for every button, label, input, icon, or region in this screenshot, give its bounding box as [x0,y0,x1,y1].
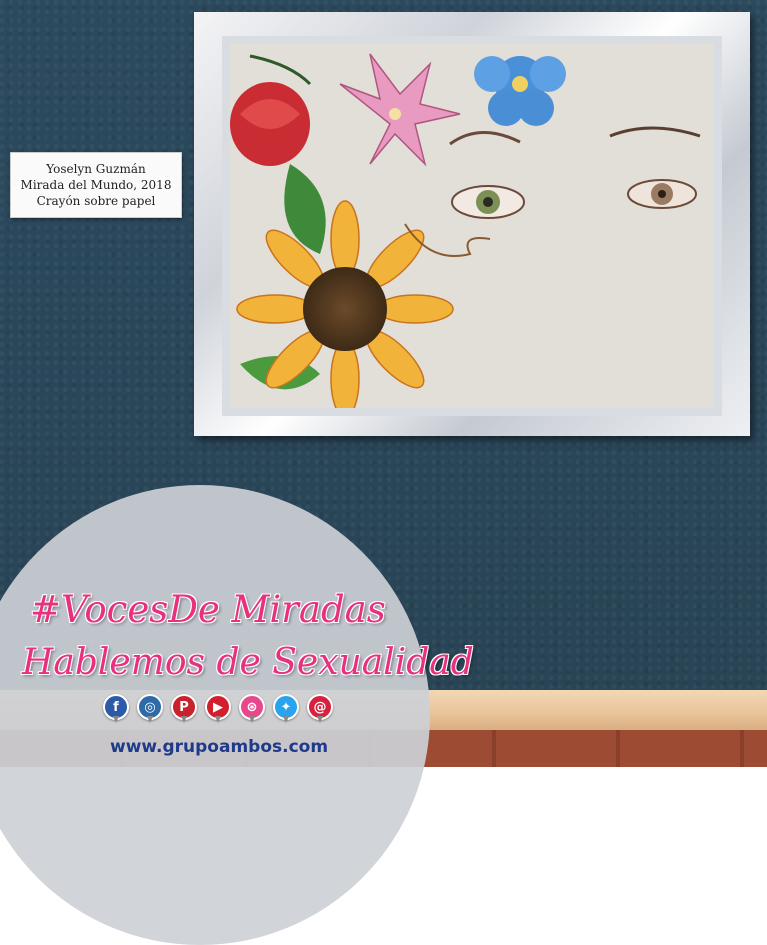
left-eye [449,131,525,219]
campaign-hashtag: #VocesDe Miradas [30,588,386,631]
placard-medium: Crayón sobre papel [36,194,156,208]
frame-mat [222,36,722,416]
placard-title: Mirada del Mundo, 2018 [20,178,172,192]
facebook-icon[interactable]: f [103,694,129,724]
sunflower [236,200,454,408]
youtube-icon[interactable]: ▶ [205,694,231,724]
pin-tail [181,716,187,723]
pin-tail [215,716,221,723]
pinterest-icon[interactable]: P [171,694,197,724]
picture-frame [194,12,750,436]
rose [230,54,312,166]
pin-tail [283,716,289,723]
pin-tail [317,716,323,723]
placard-artist: Yoselyn Guzmán [46,162,146,176]
instagram-icon[interactable]: ◎ [137,694,163,724]
lily [339,53,461,167]
pin-tail [147,716,153,723]
pin-tail [113,716,119,723]
website-link[interactable]: www.grupoambos.com [110,737,328,757]
campaign-subtitle: Hablemos de Sexualidad [22,642,474,683]
artwork-placard: Yoselyn Guzmán Mirada del Mundo, 2018 Cr… [10,152,182,218]
right-eye [609,126,701,209]
dribbble-icon[interactable]: ⊛ [239,694,265,724]
blue-flower [474,56,566,126]
artwork-drawing [230,44,714,408]
twitter-icon[interactable]: ✦ [273,694,299,724]
artwork-svg [230,53,701,408]
pin-tail [249,716,255,723]
social-icons-row: f ◎ P ▶ ⊛ ✦ @ [103,694,333,724]
email-icon[interactable]: @ [307,694,333,724]
